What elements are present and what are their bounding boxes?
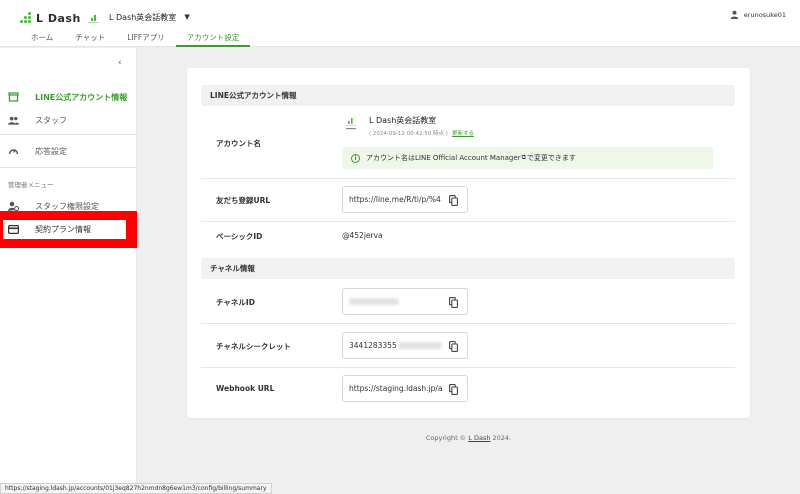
- credit-card-icon: [8, 224, 19, 235]
- channel-id-field[interactable]: [342, 288, 468, 315]
- webhook-url-value: https://staging.ldash.jp/a: [349, 384, 443, 393]
- sidebar-item-staff[interactable]: スタッフ: [0, 110, 137, 130]
- sidebar: ‹ LINE公式アカウント情報 スタッフ 応答設定 管理者メニュー スタッフ権限…: [0, 48, 137, 494]
- channel-id-label: チャネルID: [216, 298, 255, 307]
- browser-status-url: https://staging.ldash.jp/accounts/01j3eq…: [0, 483, 272, 494]
- sidebar-item-label: 契約プラン情報: [35, 225, 91, 234]
- user-icon: [730, 10, 739, 19]
- row-divider: [201, 221, 735, 222]
- info-text-suffix: で変更できます: [526, 154, 576, 162]
- store-icon: [8, 92, 19, 103]
- row-divider: [201, 178, 735, 179]
- account-logo-icon: [346, 118, 356, 130]
- sidebar-item-label: 応答設定: [35, 146, 67, 156]
- sidebar-item-line-account-info[interactable]: LINE公式アカウント情報: [0, 87, 137, 107]
- tab-chat[interactable]: チャット: [64, 30, 116, 47]
- channel-secret-value: 3441283355: [349, 341, 397, 350]
- tab-account-settings[interactable]: アカウント設定: [175, 30, 251, 47]
- webhook-url-field[interactable]: https://staging.ldash.jp/a: [342, 375, 468, 402]
- copyright-prefix: Copyright ©: [425, 434, 469, 442]
- account-selector-label: L Dash英会話教室: [109, 12, 177, 22]
- basic-id-label: ベーシックID: [216, 232, 263, 241]
- sidebar-item-label: LINE公式アカウント情報: [35, 92, 128, 102]
- sidebar-divider: [0, 134, 137, 135]
- friend-url-field[interactable]: https://line.me/R/ti/p/%4: [342, 186, 468, 213]
- account-name-info-box: i アカウント名は LINE Official Account Manager ⧉ で…: [342, 147, 713, 169]
- account-info-card: LINE公式アカウント情報 アカウント名 L Dash英会話教室 ( 2024-…: [187, 68, 750, 418]
- caret-down-icon: ▼: [184, 13, 190, 21]
- row-divider: [201, 367, 735, 368]
- tab-home[interactable]: ホーム: [20, 30, 64, 47]
- people-icon: [8, 115, 19, 126]
- account-updated-timestamp: ( 2024-09-12 00:42:50 時点 ) 更新する: [369, 129, 474, 137]
- collapse-sidebar-button[interactable]: ‹: [118, 58, 122, 68]
- friend-url-label: 友だち登録URL: [216, 196, 271, 205]
- info-text-prefix: アカウント名は: [366, 154, 415, 162]
- logo-text: L Dash: [36, 11, 81, 25]
- sidebar-divider: [0, 167, 137, 168]
- sidebar-item-plan-info[interactable]: 契約プラン情報: [3, 220, 126, 239]
- row-divider: [201, 323, 735, 324]
- copy-icon[interactable]: [449, 384, 458, 395]
- sidebar-item-response-settings[interactable]: 応答設定: [0, 141, 137, 161]
- line-account-section-header: LINE公式アカウント情報: [201, 85, 735, 106]
- main-tabs: ホーム チャット LIFFアプリ アカウント設定: [20, 30, 251, 47]
- app-header: L Dash L Dash英会話教室 ▼ erunosuke01 ホーム チャッ…: [0, 0, 800, 47]
- account-name-value: L Dash英会話教室: [369, 116, 437, 125]
- account-selector[interactable]: L Dash英会話教室 ▼: [88, 10, 190, 24]
- friend-url-value: https://line.me/R/ti/p/%4: [349, 195, 441, 204]
- official-account-manager-link[interactable]: LINE Official Account Manager: [415, 154, 521, 162]
- admin-menu-heading: 管理者メニュー: [8, 181, 54, 189]
- speed-gauge-icon: [8, 146, 19, 157]
- footer-brand-link[interactable]: L Dash: [468, 434, 490, 442]
- copy-icon[interactable]: [449, 297, 458, 308]
- sidebar-item-label: スタッフ: [35, 115, 67, 125]
- sidebar-item-label: スタッフ権限設定: [35, 201, 99, 211]
- logo[interactable]: L Dash: [20, 11, 81, 25]
- user-name: erunosuke01: [743, 10, 786, 19]
- masked-channel-id: [349, 298, 399, 305]
- user-gear-icon: [8, 201, 19, 212]
- footer-copyright: Copyright © L Dash 2024.: [187, 434, 750, 442]
- tab-liff-app[interactable]: LIFFアプリ: [116, 30, 176, 47]
- info-icon: i: [351, 153, 360, 163]
- user-menu[interactable]: erunosuke01: [730, 10, 786, 19]
- webhook-url-label: Webhook URL: [216, 384, 275, 393]
- masked-channel-secret: [397, 342, 442, 349]
- logo-dots-icon: [20, 12, 32, 24]
- channel-secret-field[interactable]: 3441283355: [342, 332, 468, 359]
- account-updated-text: ( 2024-09-12 00:42:50 時点 ): [369, 131, 448, 137]
- account-name-label: アカウント名: [216, 139, 261, 148]
- external-link-icon: ⧉: [521, 154, 526, 161]
- update-account-link[interactable]: 更新する: [452, 131, 474, 137]
- copy-icon[interactable]: [449, 341, 458, 352]
- basic-id-value: @452jerva: [342, 231, 383, 240]
- copyright-suffix: 2024.: [490, 434, 512, 442]
- copy-icon[interactable]: [449, 195, 458, 206]
- highlight-annotation: 契約プラン情報: [0, 211, 137, 248]
- channel-section-header: チャネル情報: [201, 258, 735, 279]
- account-bars-icon: [88, 11, 99, 23]
- channel-secret-label: チャネルシークレット: [216, 342, 291, 351]
